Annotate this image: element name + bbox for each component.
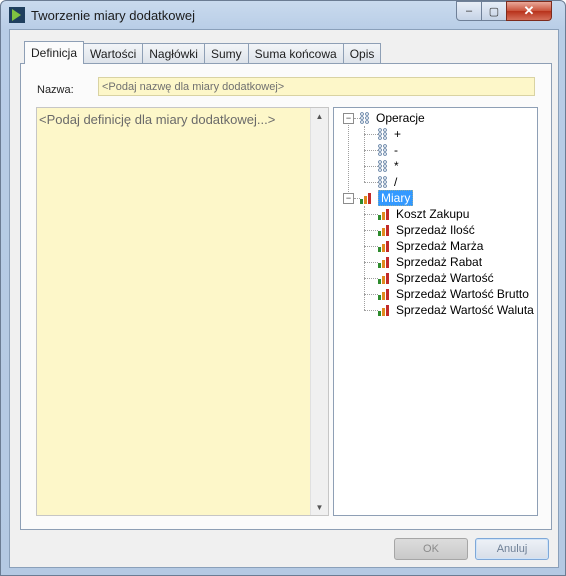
measure-bar-chart-icon bbox=[378, 208, 389, 220]
tree-node-label: / bbox=[394, 175, 398, 189]
measure-bar-chart-icon bbox=[378, 304, 389, 316]
collapse-toggle-icon[interactable]: − bbox=[343, 113, 354, 124]
ok-button[interactable]: OK bbox=[394, 538, 468, 560]
tab-strip: Definicja Wartości Nagłówki Sumy Suma końcow… bbox=[24, 41, 382, 64]
minimize-icon: ‒ bbox=[465, 5, 473, 17]
tree-item-measure[interactable]: Sprzedaż Wartość Brutto bbox=[378, 286, 529, 302]
tree-node-label: Sprzedaż Wartość Brutto bbox=[396, 287, 529, 301]
tree-connector bbox=[364, 150, 378, 151]
dialog-body: Definicja Wartości Nagłówki Sumy Suma końcow… bbox=[9, 29, 559, 568]
name-input[interactable] bbox=[98, 77, 535, 96]
operation-icon bbox=[378, 144, 387, 156]
tree-item-operation[interactable]: + bbox=[378, 126, 401, 142]
operation-icon bbox=[360, 112, 369, 124]
tree-item-operation[interactable]: / bbox=[378, 174, 397, 190]
maximize-icon: ▢ bbox=[488, 5, 500, 18]
name-label: Nazwa: bbox=[37, 84, 74, 96]
tree-node-label: Miary bbox=[378, 190, 414, 206]
tree-node-label: Sprzedaż Rabat bbox=[396, 255, 483, 269]
tree-node-label: * bbox=[394, 159, 399, 173]
tree-node-label: + bbox=[394, 127, 402, 141]
tab-opis[interactable]: Opis bbox=[342, 43, 382, 63]
close-icon: ✕ bbox=[523, 3, 535, 18]
cancel-button[interactable]: Anuluj bbox=[475, 538, 549, 560]
operations-measures-tree[interactable]: − Operacje + - * / − Miary Koszt Zakupu Sprzedaż … bbox=[333, 107, 538, 516]
measure-bar-chart-icon bbox=[378, 240, 389, 252]
tree-node-label: Sprzedaż Wartość bbox=[396, 271, 494, 285]
measure-bar-chart-icon bbox=[360, 192, 371, 204]
tree-node-label: Sprzedaż Marża bbox=[396, 239, 484, 253]
tree-group-miary[interactable]: Miary bbox=[360, 190, 414, 206]
definition-textarea[interactable]: <Podaj definicję dla miary dodatkowej...… bbox=[36, 107, 329, 516]
tree-node-label: - bbox=[394, 143, 398, 157]
definition-scrollbar[interactable]: ▲ ▼ bbox=[310, 108, 328, 515]
tab-definicja[interactable]: Definicja bbox=[24, 41, 85, 64]
definition-placeholder: <Podaj definicję dla miary dodatkowej...… bbox=[39, 112, 276, 127]
tree-connector bbox=[364, 294, 378, 295]
tree-connector bbox=[364, 278, 378, 279]
tree-connector bbox=[364, 134, 378, 135]
tree-node-label: Operacje bbox=[376, 111, 425, 125]
tree-node-label: Koszt Zakupu bbox=[396, 207, 470, 221]
tree-connector bbox=[364, 182, 378, 183]
measure-bar-chart-icon bbox=[378, 288, 389, 300]
operation-icon bbox=[378, 160, 387, 172]
title-bar[interactable]: Tworzenie miary dodatkowej ‒ ▢ ✕ bbox=[1, 1, 565, 29]
scroll-down-icon[interactable]: ▼ bbox=[311, 499, 328, 515]
operation-icon bbox=[378, 128, 387, 140]
measure-bar-chart-icon bbox=[378, 256, 389, 268]
tree-item-measure[interactable]: Sprzedaż Rabat bbox=[378, 254, 482, 270]
tree-item-measure[interactable]: Sprzedaż Marża bbox=[378, 238, 483, 254]
tree-item-operation[interactable]: - bbox=[378, 142, 398, 158]
window-title: Tworzenie miary dodatkowej bbox=[31, 8, 196, 23]
tree-connector bbox=[364, 214, 378, 215]
tab-nagłówki[interactable]: Nagłówki bbox=[142, 43, 205, 63]
close-button[interactable]: ✕ bbox=[506, 1, 552, 21]
tree-connector bbox=[364, 230, 378, 231]
tree-connector bbox=[364, 246, 378, 247]
app-icon bbox=[9, 7, 25, 23]
tree-group-operacje[interactable]: Operacje bbox=[360, 110, 425, 126]
maximize-button[interactable]: ▢ bbox=[481, 1, 507, 21]
tree-item-operation[interactable]: * bbox=[378, 158, 399, 174]
minimize-button[interactable]: ‒ bbox=[456, 1, 482, 21]
tree-item-measure[interactable]: Koszt Zakupu bbox=[378, 206, 469, 222]
operation-icon bbox=[378, 176, 387, 188]
tree-item-measure[interactable]: Sprzedaż Wartość Waluta bbox=[378, 302, 534, 318]
measure-bar-chart-icon bbox=[378, 272, 389, 284]
tree-item-measure[interactable]: Sprzedaż Wartość bbox=[378, 270, 494, 286]
tree-node-label: Sprzedaż Ilość bbox=[396, 223, 475, 237]
tab-panel-definicja: Nazwa: <Podaj definicję dla miary dodatk… bbox=[20, 63, 552, 530]
tree-connector bbox=[364, 166, 378, 167]
collapse-toggle-icon[interactable]: − bbox=[343, 193, 354, 204]
tab-wartości[interactable]: Wartości bbox=[83, 43, 144, 63]
tree-connector bbox=[364, 262, 378, 263]
dialog-window: Tworzenie miary dodatkowej ‒ ▢ ✕ Definic… bbox=[0, 0, 566, 576]
tab-sumy[interactable]: Sumy bbox=[203, 43, 249, 63]
tree-item-measure[interactable]: Sprzedaż Ilość bbox=[378, 222, 475, 238]
tab-suma-końcowa[interactable]: Suma końcowa bbox=[247, 43, 344, 63]
tree-node-label: Sprzedaż Wartość Waluta bbox=[396, 303, 534, 317]
tree-connector bbox=[364, 310, 378, 311]
tree-connector bbox=[348, 122, 349, 202]
scroll-up-icon[interactable]: ▲ bbox=[311, 108, 328, 124]
measure-bar-chart-icon bbox=[378, 224, 389, 236]
